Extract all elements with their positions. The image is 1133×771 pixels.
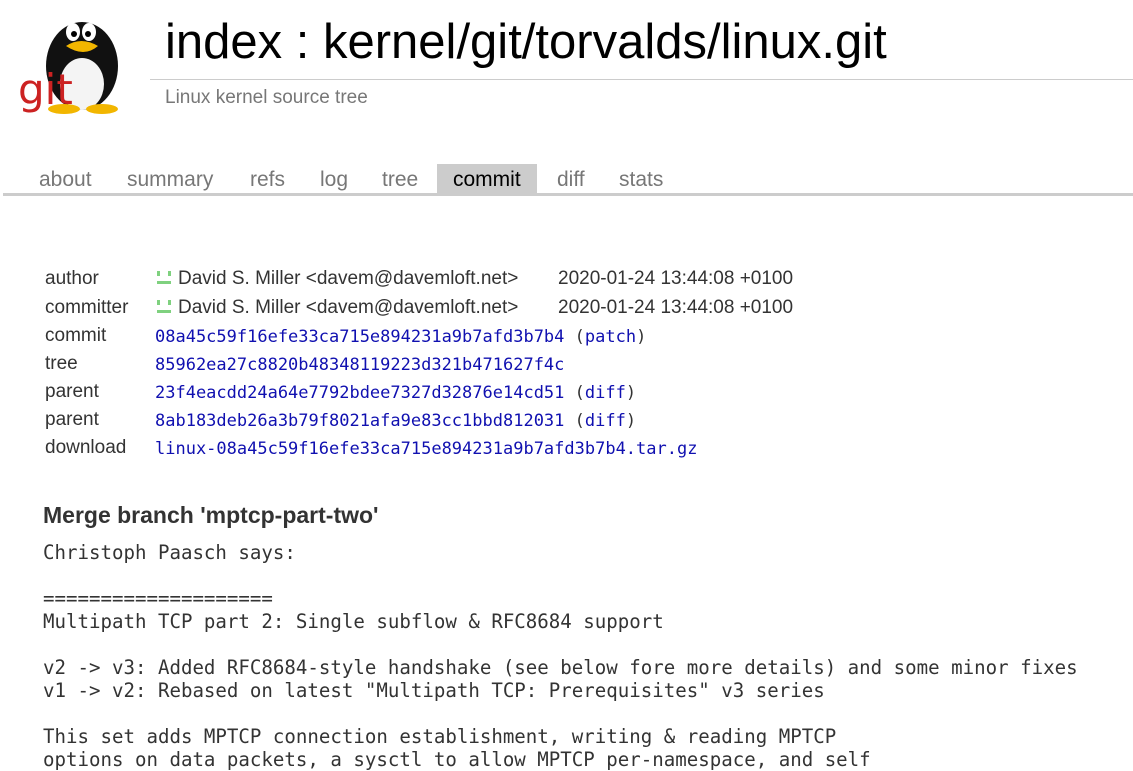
commit-message: Christoph Paasch says: =================… bbox=[43, 541, 1078, 771]
avatar-icon bbox=[157, 271, 171, 284]
tab-about[interactable]: about bbox=[39, 164, 92, 193]
parent-hash-link[interactable]: 23f4eacdd24a64e7792bdee7327d32876e14cd51 bbox=[155, 383, 564, 403]
committer-name: David S. Miller <davem@davemloft.net> bbox=[178, 297, 519, 318]
parent-row: parent 8ab183deb26a3b79f8021afa9e83cc1bb… bbox=[45, 409, 1125, 437]
svg-text:git: git bbox=[18, 65, 73, 114]
tree-hash-link[interactable]: 85962ea27c8820b48348119223d321b471627f4c bbox=[155, 355, 564, 375]
download-label: download bbox=[45, 437, 127, 458]
tab-diff[interactable]: diff bbox=[557, 164, 585, 193]
parent-diff-link[interactable]: diff bbox=[585, 411, 626, 431]
download-value: linux-08a45c59f16efe33ca715e894231a9b7af… bbox=[155, 439, 697, 459]
committer-value: David S. Miller <davem@davemloft.net> bbox=[155, 297, 518, 319]
commit-value: 08a45c59f16efe33ca715e894231a9b7afd3b7b4… bbox=[155, 327, 647, 347]
commit-hash-link[interactable]: 08a45c59f16efe33ca715e894231a9b7afd3b7b4 bbox=[155, 327, 564, 347]
parent-value: 8ab183deb26a3b79f8021afa9e83cc1bbd812031… bbox=[155, 411, 637, 431]
author-name: David S. Miller <davem@davemloft.net> bbox=[178, 268, 519, 289]
parent-hash-link[interactable]: 8ab183deb26a3b79f8021afa9e83cc1bbd812031 bbox=[155, 411, 564, 431]
parent-label: parent bbox=[45, 381, 99, 402]
tab-summary[interactable]: summary bbox=[127, 164, 213, 193]
cgit-logo[interactable]: git bbox=[14, 6, 132, 114]
author-row: author David S. Miller <davem@davemloft.… bbox=[45, 268, 1125, 296]
download-row: download linux-08a45c59f16efe33ca715e894… bbox=[45, 437, 1125, 465]
commit-subject: Merge branch 'mptcp-part-two' bbox=[43, 502, 379, 528]
author-value: David S. Miller <davem@davemloft.net> bbox=[155, 268, 518, 290]
author-date: 2020-01-24 13:44:08 +0100 bbox=[558, 268, 794, 289]
tree-label: tree bbox=[45, 353, 78, 374]
tab-stats[interactable]: stats bbox=[619, 164, 663, 193]
tab-refs[interactable]: refs bbox=[250, 164, 285, 193]
committer-label: committer bbox=[45, 297, 129, 318]
nav-tabs: about summary refs log tree commit diff … bbox=[3, 164, 1133, 196]
title-divider bbox=[150, 79, 1133, 80]
patch-link[interactable]: patch bbox=[585, 327, 636, 347]
commit-label: commit bbox=[45, 325, 107, 346]
parent-value: 23f4eacdd24a64e7792bdee7327d32876e14cd51… bbox=[155, 383, 637, 403]
repo-title-link[interactable]: index : kernel/git/torvalds/linux.git bbox=[165, 12, 887, 72]
tux-git-logo-icon: git bbox=[18, 22, 118, 114]
committer-date: 2020-01-24 13:44:08 +0100 bbox=[558, 297, 794, 318]
avatar-icon bbox=[157, 300, 171, 313]
committer-row: committer David S. Miller <davem@davemlo… bbox=[45, 297, 1125, 325]
parent-row: parent 23f4eacdd24a64e7792bdee7327d32876… bbox=[45, 381, 1125, 409]
tree-value: 85962ea27c8820b48348119223d321b471627f4c bbox=[155, 355, 564, 375]
download-tarball-link[interactable]: linux-08a45c59f16efe33ca715e894231a9b7af… bbox=[155, 439, 697, 459]
repo-description: Linux kernel source tree bbox=[165, 87, 368, 108]
author-label: author bbox=[45, 268, 99, 289]
tab-commit[interactable]: commit bbox=[437, 164, 537, 193]
tree-row: tree 85962ea27c8820b48348119223d321b4716… bbox=[45, 353, 1125, 381]
parent-label: parent bbox=[45, 409, 99, 430]
tab-tree[interactable]: tree bbox=[382, 164, 418, 193]
commit-row: commit 08a45c59f16efe33ca715e894231a9b7a… bbox=[45, 325, 1125, 353]
tab-log[interactable]: log bbox=[320, 164, 348, 193]
parent-diff-link[interactable]: diff bbox=[585, 383, 626, 403]
